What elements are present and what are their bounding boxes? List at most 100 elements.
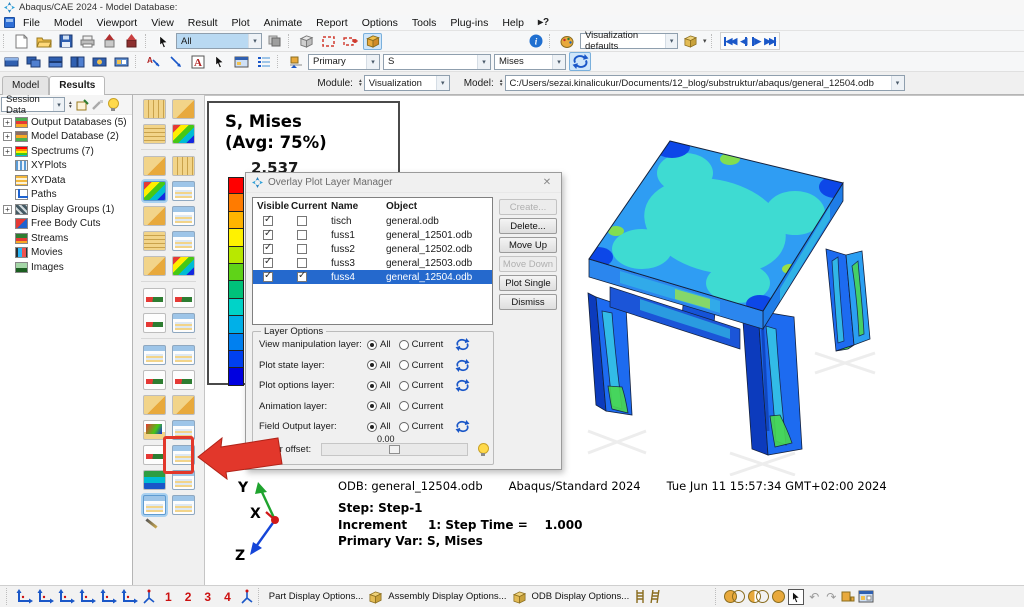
menu-view[interactable]: View [145,16,180,30]
tree-item-movies[interactable]: Movies [0,246,132,261]
boolean-union-icon[interactable] [724,590,745,603]
toolbox-icon-overlay-manager[interactable] [172,495,195,515]
viewport-4-button[interactable]: 4 [219,590,236,604]
all-radio[interactable] [367,381,377,391]
menu-options[interactable]: Options [356,16,404,30]
menu-result[interactable]: Result [182,16,224,30]
current-checkbox[interactable] [297,230,307,240]
viewport-layout-icon-2[interactable] [24,53,43,70]
menu-tools[interactable]: Tools [406,16,443,30]
toolbox-icon[interactable] [172,313,195,333]
module-spinner[interactable]: ▴▾ [359,79,362,87]
toolbox-icon[interactable] [143,156,166,176]
current-checkbox[interactable] [297,258,307,268]
view-yx-icon[interactable] [36,589,54,605]
menu-plot[interactable]: Plot [226,16,256,30]
move-up-button[interactable]: Move Up [499,237,557,253]
menu-report[interactable]: Report [310,16,354,30]
all-radio[interactable] [367,340,377,350]
all-radio[interactable] [367,360,377,370]
probe-pen-icon[interactable] [143,520,161,536]
expand-icon[interactable] [3,205,12,214]
close-icon[interactable] [539,177,555,188]
toolbox-icon[interactable] [143,206,166,226]
create-button[interactable]: Create... [499,199,557,215]
viewport-1-button[interactable]: 1 [160,590,177,604]
tree-item-output-databases[interactable]: Output Databases (5) [0,115,132,130]
view-yz-icon[interactable] [120,589,138,605]
assembly-display-options-button[interactable]: Assembly Display Options... [386,591,508,602]
move-down-button[interactable]: Move Down [499,256,557,272]
color-defaults-combo[interactable]: Visualization defaults▾ [580,33,678,49]
toolbox-icon[interactable] [143,256,166,276]
previous-frame-button[interactable]: ◀ [740,36,747,47]
tab-model[interactable]: Model [2,76,49,95]
current-checkbox[interactable] [297,216,307,226]
pick-cursor-icon[interactable] [210,53,229,70]
tab-results[interactable]: Results [49,76,105,95]
next-frame-button[interactable]: ▶ [752,36,759,47]
model-combo[interactable]: C:/Users/sezai.kinalicukur/Documents/12_… [505,75,905,91]
new-file-icon[interactable] [12,33,31,50]
select-cursor-icon[interactable] [154,33,173,50]
attach-odb-icon[interactable] [100,33,119,50]
tree-spinner[interactable]: ▴▾ [69,101,72,109]
annotation-manager-icon[interactable] [254,53,273,70]
last-frame-button[interactable]: ▶▶ [764,36,776,47]
redo-icon[interactable]: ↷ [824,590,838,604]
toolbox-icon-contour-plot[interactable] [143,181,166,201]
current-radio[interactable] [399,381,409,391]
toolbox-icon[interactable] [143,99,166,119]
expand-icon[interactable] [3,147,12,156]
visible-checkbox[interactable] [263,258,273,268]
dismiss-button[interactable]: Dismiss [499,294,557,310]
attach-model-icon[interactable] [122,33,141,50]
toolbox-icon[interactable] [143,231,166,251]
frame-selector-icon[interactable] [286,53,305,70]
tree-item-display-groups[interactable]: Display Groups (1) [0,202,132,217]
toolbox-icon[interactable] [172,181,195,201]
current-radio[interactable] [399,401,409,411]
open-file-icon[interactable] [34,33,53,50]
menu-viewport[interactable]: Viewport [91,16,144,30]
menu-model[interactable]: Model [48,16,89,30]
part-cube-icon[interactable] [368,590,383,604]
query-distance-icon[interactable] [341,33,360,50]
slider-handle[interactable] [389,445,400,454]
view-xy-icon[interactable] [15,589,33,605]
toolbox-icon[interactable] [172,124,195,144]
session-data-combo[interactable]: Session Data▾ [1,97,65,112]
visible-checkbox[interactable] [263,272,273,282]
tree-item-images[interactable]: Images [0,260,132,275]
viewport-annotation-icon[interactable] [112,53,131,70]
field-output-invariant-combo[interactable]: Mises▾ [494,54,566,70]
context-help-icon[interactable]: ▸? [538,17,549,28]
arrow-annotation-icon[interactable] [166,53,185,70]
toolbox-icon-overlay-plot[interactable] [143,495,166,515]
toolbox-icon[interactable] [143,420,166,440]
layer-row-fuss2[interactable]: fuss2general_12502.odb [253,242,492,256]
toolbox-icon[interactable] [172,231,195,251]
box-zoom-icon[interactable] [319,33,338,50]
color-cube-dropdown-icon[interactable] [681,33,700,50]
toolbox-icon[interactable] [172,206,195,226]
tree-item-streams[interactable]: Streams [0,231,132,246]
layer-row-tisch[interactable]: tischgeneral.odb [253,214,492,228]
save-icon[interactable] [56,33,75,50]
viewport-3-button[interactable]: 3 [199,590,216,604]
toolbox-icon[interactable] [143,395,166,415]
viewport-layout-icon-1[interactable] [2,53,21,70]
toolbox-icon[interactable] [143,370,166,390]
odb-display-options-button[interactable]: ODB Display Options... [530,591,632,602]
model-spinner[interactable]: ▴▾ [500,79,503,87]
expand-icon[interactable] [3,118,12,127]
field-output-variable-combo[interactable]: S▾ [383,54,491,70]
tree-item-model-database[interactable]: Model Database (2) [0,130,132,145]
offset-options-icon[interactable] [476,443,489,456]
layer-row-fuss4-selected[interactable]: fuss4general_12504.odb [253,270,492,284]
boolean-intersect-icon[interactable] [748,590,769,603]
visible-checkbox[interactable] [263,230,273,240]
group-manager-icon[interactable] [841,590,855,603]
apply-view-icon[interactable] [239,589,255,605]
edit-annotation-icon[interactable]: A [144,53,163,70]
